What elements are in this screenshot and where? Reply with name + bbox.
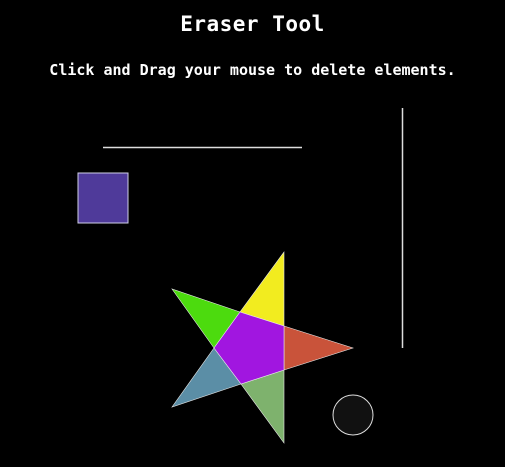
square-element[interactable] [77,172,129,224]
star-right-triangle[interactable] [283,325,354,371]
circle-element[interactable] [332,394,374,436]
star-element[interactable] [171,251,354,444]
drawing-canvas[interactable] [0,0,505,467]
